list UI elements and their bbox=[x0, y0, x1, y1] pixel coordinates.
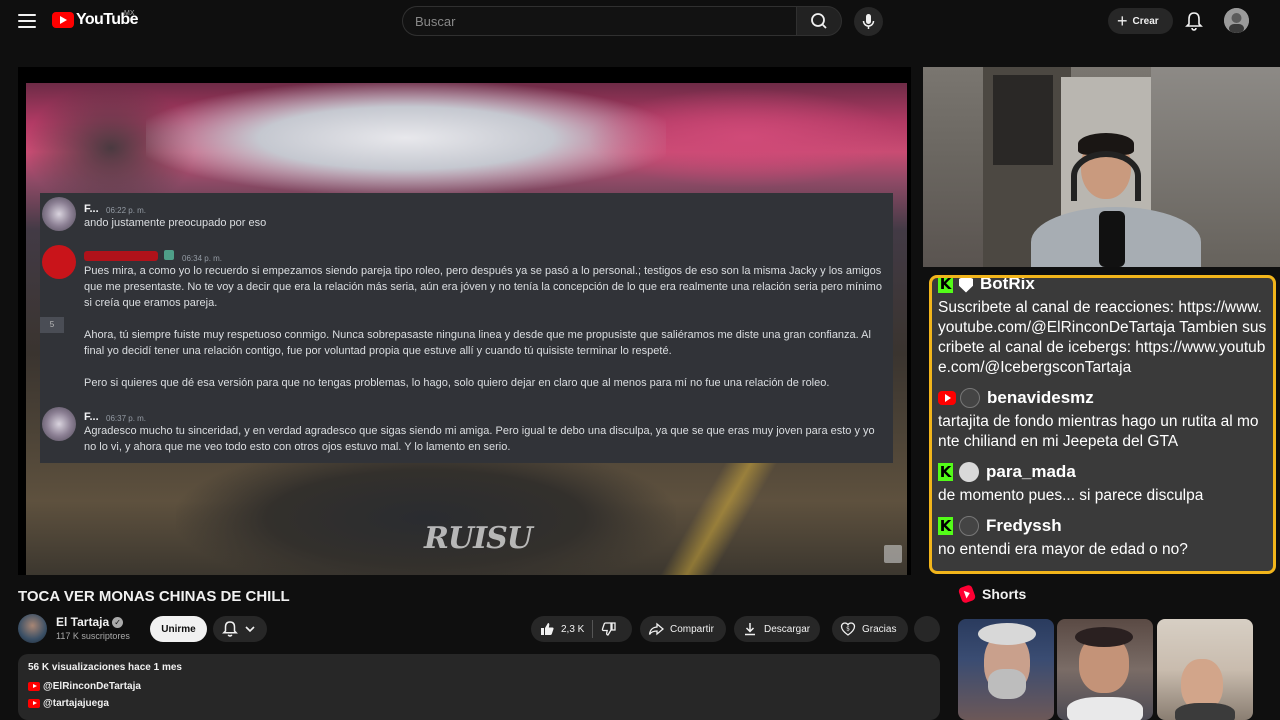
search-box bbox=[402, 6, 796, 36]
discord-message: ando justamente preocupado por eso bbox=[84, 217, 267, 229]
chat-message-text: de momento pues... si parece disculpa bbox=[938, 487, 1204, 504]
top-bar: YouTube MX + Crear bbox=[0, 0, 1280, 42]
view-stats: 56 K visualizaciones hace 1 mes bbox=[28, 662, 182, 673]
chat-username: para_mada bbox=[986, 462, 1076, 481]
menu-icon[interactable] bbox=[16, 11, 38, 31]
user-avatar bbox=[959, 516, 979, 536]
channel-mention: @ElRinconDeTartaja bbox=[43, 681, 141, 692]
chat-username: Fredyssh bbox=[986, 516, 1062, 535]
description-box[interactable]: 56 K visualizaciones hace 1 mes @ElRinco… bbox=[18, 654, 940, 720]
corner-logo-icon bbox=[884, 545, 902, 563]
kick-icon: K bbox=[938, 517, 953, 535]
thanks-button[interactable]: $ Gracias bbox=[832, 616, 908, 642]
chat-message-text: tartajita de fondo mientras hago un ruti… bbox=[938, 413, 1259, 450]
short-thumbnail[interactable] bbox=[958, 619, 1054, 720]
shorts-heading: Shorts bbox=[957, 584, 1027, 604]
channel-name: El Tartaja bbox=[56, 615, 110, 629]
chat-message-header: K para_mada bbox=[938, 458, 1267, 486]
youtube-icon bbox=[938, 391, 956, 405]
kick-icon: K bbox=[938, 275, 953, 293]
youtube-logo-icon bbox=[52, 12, 74, 28]
description-link[interactable]: @ElRinconDeTartaja bbox=[28, 681, 930, 692]
video-title: TOCA VER MONAS CHINAS DE CHILL bbox=[18, 588, 290, 605]
search-icon bbox=[811, 13, 827, 29]
chat-message-text: no entendi era mayor de edad o no? bbox=[938, 541, 1188, 558]
subscriber-count: 117 K suscriptores bbox=[56, 631, 130, 641]
video-frame: F... 06:22 p. m. ando justamente preocup… bbox=[26, 83, 907, 575]
chat-message-text: Suscribete al canal de reacciones: https… bbox=[938, 299, 1267, 376]
channel-avatar[interactable] bbox=[18, 614, 47, 643]
youtube-icon bbox=[28, 682, 40, 691]
description-link[interactable]: @tartajajuega bbox=[28, 698, 930, 709]
more-actions-button[interactable] bbox=[914, 616, 940, 642]
search-button[interactable] bbox=[796, 6, 842, 36]
chat-message-header: K Fredyssh bbox=[938, 512, 1267, 540]
plus-icon: + bbox=[1117, 11, 1128, 31]
create-button[interactable]: + Crear bbox=[1108, 8, 1173, 34]
microphone-icon bbox=[1099, 211, 1125, 267]
search-input[interactable] bbox=[403, 7, 796, 35]
thanks-label: Gracias bbox=[862, 623, 897, 635]
short-thumbnail[interactable] bbox=[1157, 619, 1253, 720]
create-label: Crear bbox=[1132, 15, 1159, 27]
shorts-label: Shorts bbox=[982, 586, 1027, 602]
divider bbox=[592, 620, 594, 638]
channel-name-row[interactable]: El Tartaja ✓ bbox=[56, 615, 124, 629]
country-code: MX bbox=[124, 10, 135, 17]
discord-avatar bbox=[42, 407, 76, 441]
voice-search-button[interactable] bbox=[854, 7, 883, 36]
role-badge-icon bbox=[164, 250, 174, 260]
discord-message: Ahora, tú siempre fuiste muy respetuoso … bbox=[84, 329, 871, 357]
discord-message: Agradesco mucho tu sinceridad, y en verd… bbox=[84, 425, 875, 453]
user-avatar bbox=[959, 462, 979, 482]
redacted-name bbox=[84, 251, 158, 261]
super-thanks-icon: $ bbox=[840, 622, 856, 636]
video-watermark: RUISU bbox=[424, 521, 533, 556]
chat-message-header: benavidesmz bbox=[938, 384, 1267, 412]
svg-text:$: $ bbox=[846, 626, 850, 633]
download-label: Descargar bbox=[764, 623, 811, 635]
download-button[interactable]: Descargar bbox=[734, 616, 820, 642]
user-avatar bbox=[960, 388, 980, 408]
share-label: Compartir bbox=[670, 623, 714, 635]
chat-username: BotRix bbox=[980, 275, 1035, 293]
microphone-icon bbox=[862, 14, 875, 29]
bell-icon bbox=[1185, 12, 1203, 31]
short-thumbnail[interactable] bbox=[1057, 619, 1153, 720]
chat-message-header: K BotRix bbox=[938, 275, 1267, 298]
bell-icon bbox=[222, 621, 255, 637]
like-button[interactable]: 2,3 K bbox=[531, 621, 584, 637]
streamer-webcam bbox=[923, 67, 1280, 267]
chat-username: benavidesmz bbox=[987, 388, 1094, 407]
account-avatar[interactable] bbox=[1224, 8, 1249, 33]
discord-avatar bbox=[42, 245, 76, 279]
discord-message: Pues mira, a como yo lo recuerdo si empe… bbox=[84, 265, 882, 309]
youtube-icon bbox=[28, 699, 40, 708]
thumbs-down-icon bbox=[602, 622, 617, 636]
kick-icon: K bbox=[938, 463, 953, 481]
discord-avatar bbox=[42, 197, 76, 231]
like-dislike-group: 2,3 K bbox=[531, 616, 632, 642]
share-button[interactable]: Compartir bbox=[640, 616, 726, 642]
avatar-image bbox=[1224, 8, 1249, 33]
share-icon bbox=[648, 622, 664, 636]
notifications-button[interactable] bbox=[1184, 10, 1204, 32]
join-button[interactable]: Unirme bbox=[150, 616, 207, 642]
notification-settings-button[interactable] bbox=[213, 616, 267, 642]
thumbs-up-icon bbox=[541, 623, 554, 635]
side-counter: 5 bbox=[40, 317, 64, 333]
live-chat-overlay: K BotRix Suscribete al canal de reaccion… bbox=[929, 275, 1276, 574]
verified-check-icon: ✓ bbox=[112, 617, 124, 629]
discord-chat-screenshot: F... 06:22 p. m. ando justamente preocup… bbox=[40, 193, 893, 463]
channel-mention: @tartajajuega bbox=[43, 698, 109, 709]
video-player[interactable]: F... 06:22 p. m. ando justamente preocup… bbox=[18, 67, 911, 575]
discord-message: Pero si quieres que dé esa versión para … bbox=[84, 377, 830, 389]
like-count: 2,3 K bbox=[561, 623, 585, 635]
dislike-button[interactable] bbox=[601, 621, 623, 637]
bot-shield-icon bbox=[959, 278, 973, 293]
shorts-icon bbox=[957, 584, 977, 604]
download-icon bbox=[745, 623, 755, 636]
